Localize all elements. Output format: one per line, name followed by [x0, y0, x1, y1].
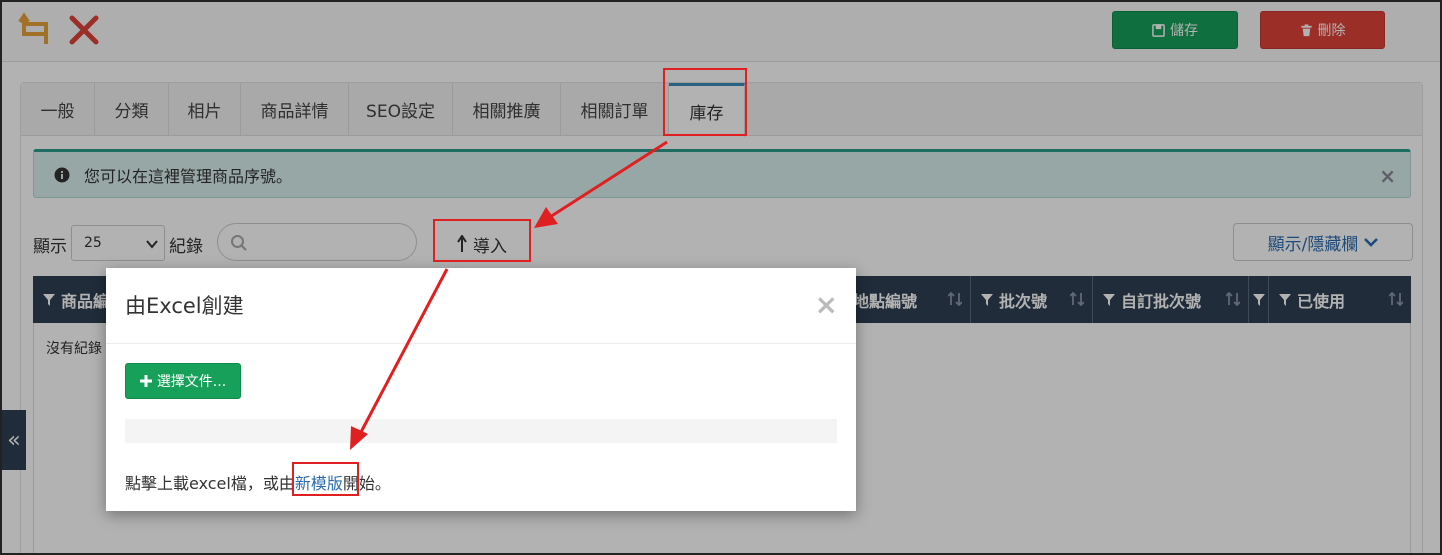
- annotation-arrows: [350, 140, 668, 450]
- arrow-to-new-template: [358, 268, 449, 435]
- arrowhead: [534, 207, 558, 228]
- arrow-to-import: [549, 140, 668, 219]
- arrowhead: [350, 426, 368, 450]
- app-window: 儲存 刪除 一般 分類 相片 商品詳情 SEO設定 相關推廣 相關訂單 庫存 您…: [0, 0, 1442, 555]
